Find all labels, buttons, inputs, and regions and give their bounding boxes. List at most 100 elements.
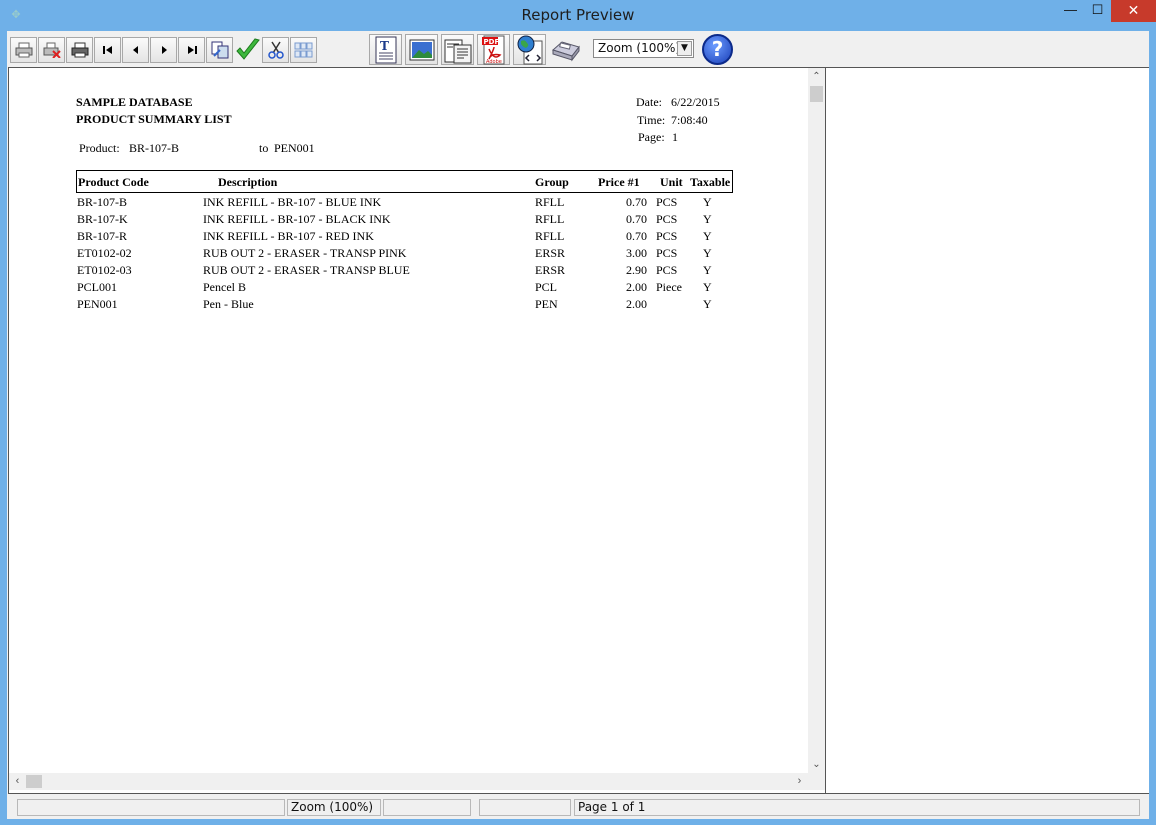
vertical-scrollbar[interactable]: ⌃ ⌄	[808, 68, 825, 773]
table-row: BR-107-B INK REFILL - BR-107 - BLUE INK RF…	[9, 195, 769, 212]
export-rtf-button[interactable]	[441, 34, 474, 65]
time-value: 7:08:40	[671, 113, 708, 127]
image-icon	[409, 39, 434, 60]
cell-product-code: ET0102-02	[77, 246, 132, 260]
vertical-scroll-thumb[interactable]	[810, 86, 823, 102]
last-page-button[interactable]	[178, 37, 205, 63]
company-name: SAMPLE DATABASE	[76, 95, 193, 109]
printer-cancel-icon	[43, 42, 61, 58]
cut-button[interactable]	[262, 37, 289, 63]
cell-taxable: Y	[703, 212, 712, 226]
multi-page-button[interactable]	[290, 37, 317, 63]
status-pane-empty-1	[383, 799, 471, 816]
cell-product-code: BR-107-B	[77, 195, 128, 209]
first-page-button[interactable]	[94, 37, 121, 63]
svg-text:Adobe: Adobe	[486, 59, 502, 65]
cell-unit: PCS	[656, 195, 678, 209]
secondary-preview-pane	[825, 68, 1149, 793]
print-button[interactable]	[66, 37, 93, 63]
cell-unit: PCS	[656, 229, 678, 243]
status-pane-message	[17, 799, 285, 816]
page-value: 1	[672, 130, 678, 144]
scissors-icon	[267, 41, 284, 59]
grid-icon	[294, 42, 312, 58]
cell-product-code: BR-107-K	[77, 212, 128, 226]
report-preview-frame: SAMPLE DATABASE PRODUCT SUMMARY LIST Pro…	[8, 67, 1149, 794]
svg-text:T: T	[380, 39, 389, 53]
table-row: PCL001 Pencel B PCL 2.00 Piece Y	[9, 280, 769, 297]
first-page-icon	[102, 46, 112, 54]
cell-description: RUB OUT 2 - ERASER - TRANSP BLUE	[203, 263, 410, 277]
range-to: PEN001	[274, 141, 315, 155]
cell-taxable: Y	[703, 263, 712, 277]
text-document-icon: T	[375, 36, 396, 63]
column-header-box: Product Code Description Group Price #1 …	[76, 170, 733, 193]
report-title: PRODUCT SUMMARY LIST	[76, 112, 232, 126]
date-value: 6/22/2015	[671, 95, 720, 109]
cell-product-code: ET0102-03	[77, 263, 132, 277]
table-row: ET0102-02 RUB OUT 2 - ERASER - TRANSP PIN…	[9, 246, 769, 263]
cell-price: 0.70	[626, 195, 647, 209]
cell-unit: Piece	[656, 280, 682, 294]
cancel-print-button[interactable]	[38, 37, 65, 63]
chevron-down-icon[interactable]: ▼	[677, 41, 692, 56]
cell-unit: PCS	[656, 212, 678, 226]
help-button[interactable]: ?	[702, 34, 733, 65]
cell-unit: PCS	[656, 263, 678, 277]
col-description: Description	[218, 175, 278, 189]
table-row: BR-107-K INK REFILL - BR-107 - BLACK INK R…	[9, 212, 769, 229]
cell-taxable: Y	[703, 280, 712, 294]
status-pane-page-info: Page 1 of 1	[574, 799, 1140, 816]
scroll-up-icon[interactable]: ⌃	[808, 68, 825, 85]
title-bar: ✥ Report Preview — ☐ ✕	[0, 0, 1156, 31]
col-price: Price #1	[598, 175, 640, 189]
report-page: SAMPLE DATABASE PRODUCT SUMMARY LIST Pro…	[9, 68, 808, 773]
cell-group: RFLL	[535, 229, 565, 243]
minimize-button[interactable]: —	[1057, 0, 1084, 22]
cell-price: 2.00	[626, 280, 647, 294]
cell-description: RUB OUT 2 - ERASER - TRANSP PINK	[203, 246, 407, 260]
export-image-button[interactable]	[405, 34, 438, 65]
export-pdf-button[interactable]: PDF Adobe	[477, 34, 510, 65]
col-taxable: Taxable	[690, 175, 731, 189]
scroll-right-icon[interactable]: ›	[791, 773, 808, 790]
close-button[interactable]: ✕	[1111, 0, 1156, 22]
status-bar: Zoom (100%) Page 1 of 1	[7, 796, 1149, 819]
export-text-button[interactable]: T	[369, 34, 402, 65]
horizontal-scroll-thumb[interactable]	[26, 775, 42, 788]
previous-page-icon	[132, 46, 138, 54]
status-pane-empty-2	[479, 799, 571, 816]
date-label: Date:	[636, 95, 662, 109]
cell-unit: PCS	[656, 246, 678, 260]
toolbar: T PDF Adobe Zoom (100%) ▼ ?	[7, 31, 1149, 67]
range-label: Product:	[79, 141, 120, 155]
cell-price: 0.70	[626, 229, 647, 243]
cell-description: INK REFILL - BR-107 - BLACK INK	[203, 212, 391, 226]
cell-group: ERSR	[535, 246, 566, 260]
cell-taxable: Y	[703, 246, 712, 260]
cell-product-code: PCL001	[77, 280, 118, 294]
cell-taxable: Y	[703, 195, 712, 209]
scroll-down-icon[interactable]: ⌄	[808, 756, 825, 773]
horizontal-scrollbar[interactable]: ‹ ›	[9, 773, 825, 790]
status-pane-zoom: Zoom (100%)	[287, 799, 381, 816]
cell-group: PCL	[535, 280, 558, 294]
cell-description: Pen - Blue	[203, 297, 254, 311]
zoom-dropdown[interactable]: Zoom (100%) ▼	[593, 39, 694, 58]
previous-page-button[interactable]	[122, 37, 149, 63]
scroll-left-icon[interactable]: ‹	[9, 773, 26, 790]
go-to-page-button[interactable]	[206, 37, 233, 63]
ok-button[interactable]	[234, 37, 261, 63]
table-row: ET0102-03 RUB OUT 2 - ERASER - TRANSP BLU…	[9, 263, 769, 280]
col-unit: Unit	[660, 175, 683, 189]
time-label: Time:	[637, 113, 666, 127]
cell-product-code: PEN001	[77, 297, 118, 311]
export-html-button[interactable]	[513, 34, 546, 65]
next-page-icon	[161, 46, 167, 54]
fax-button[interactable]	[549, 34, 582, 65]
print-setup-button[interactable]	[10, 37, 37, 63]
col-group: Group	[535, 175, 569, 189]
next-page-button[interactable]	[150, 37, 177, 63]
table-row: BR-107-R INK REFILL - BR-107 - RED INK RFL…	[9, 229, 769, 246]
maximize-button[interactable]: ☐	[1084, 0, 1111, 22]
